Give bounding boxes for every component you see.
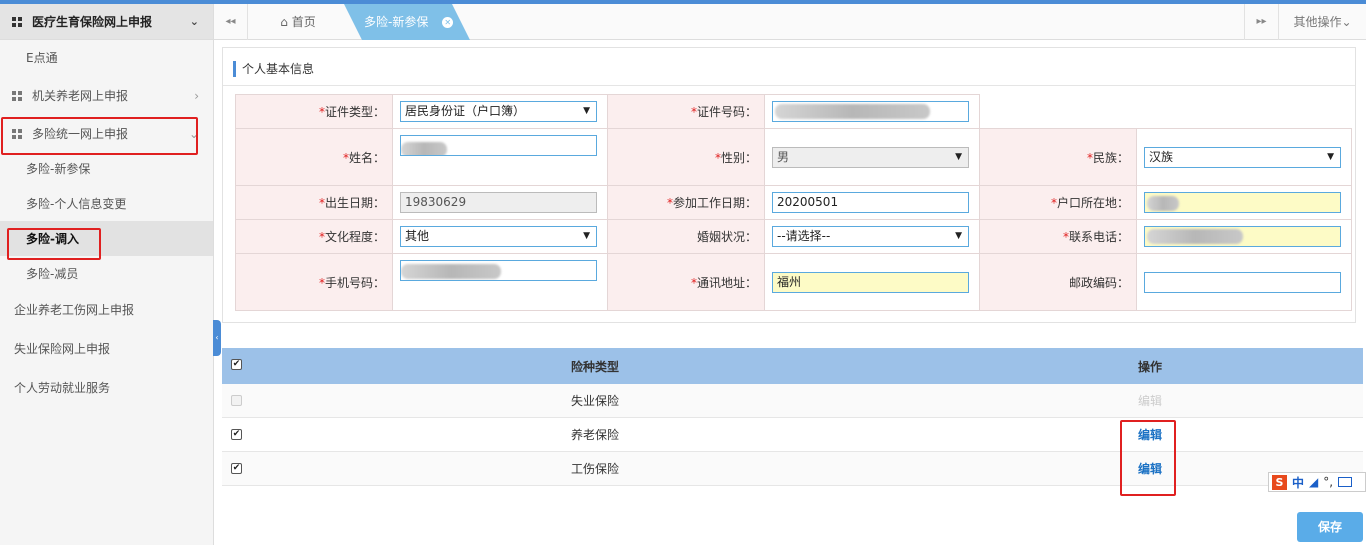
sidebar-item-label: 失业保险网上申报	[14, 342, 111, 356]
sidebar-item-edt[interactable]: E点通	[0, 40, 213, 75]
sidebar: 医疗生育保险网上申报 ⌄ E点通 机关养老网上申报 › 多险统一网上申报 ⌄ 多…	[0, 4, 214, 545]
sidebar-item-enterprise[interactable]: 企业养老工伤网上申报	[0, 292, 213, 327]
postcode-field[interactable]	[1144, 271, 1341, 293]
sidebar-item-unemployment[interactable]: 失业保险网上申报	[0, 331, 213, 366]
tab-active-label: 多险-新参保	[364, 15, 429, 29]
sidebar-header[interactable]: 医疗生育保险网上申报 ⌄	[0, 4, 213, 40]
personal-info-panel: 个人基本信息 *证件类型： 居民身份证（户口簿） *证件号码： *姓名： *性别…	[222, 47, 1356, 323]
mobile-field[interactable]	[400, 260, 597, 281]
panel-title: 个人基本信息	[233, 61, 314, 77]
sidebar-item-reduce[interactable]: 多险-减员	[0, 256, 213, 291]
work-date-field[interactable]: 20200501	[772, 192, 969, 213]
highlight-box	[7, 228, 101, 260]
sidebar-item-labor[interactable]: 个人劳动就业服务	[0, 370, 213, 405]
ime-toolbar[interactable]: S 中 ◢ °,	[1268, 472, 1366, 492]
table-row: 失业保险 编辑	[222, 384, 1363, 418]
home-icon: ⌂	[280, 15, 288, 29]
phone-field[interactable]	[1144, 226, 1341, 247]
insurance-table: ✔ 险种类型 操作 失业保险 编辑 ✔ 养老保险 编辑 ✔ 工伤保险 编辑	[222, 348, 1363, 486]
address-label: *通讯地址：	[607, 253, 765, 311]
sogou-icon: S	[1272, 474, 1287, 490]
work-date-label: *参加工作日期：	[607, 185, 765, 220]
sidebar-item-info-change[interactable]: 多险-个人信息变更	[0, 186, 213, 221]
sidebar-header-label: 医疗生育保险网上申报	[32, 15, 153, 29]
id-no-field[interactable]	[772, 101, 969, 122]
edit-link: 编辑	[1137, 394, 1162, 408]
row-checkbox[interactable]: ✔	[231, 463, 242, 474]
birth-label: *出生日期：	[235, 185, 393, 220]
ime-lang: 中	[1292, 475, 1305, 490]
postcode-label: 邮政编码：	[979, 253, 1137, 311]
tab-home[interactable]: ⌂ 首页	[250, 4, 346, 40]
table-header: ✔ 险种类型 操作	[222, 348, 1363, 384]
chevron-right-icon: ›	[194, 88, 199, 103]
id-type-label: *证件类型：	[235, 94, 393, 129]
hukou-field[interactable]	[1144, 192, 1341, 213]
hukou-label: *户口所在地：	[979, 185, 1137, 220]
row-checkbox[interactable]: ✔	[231, 429, 242, 440]
keyboard-icon	[1338, 477, 1353, 487]
ethnicity-select[interactable]: 汉族	[1144, 146, 1341, 168]
personal-info-form: *证件类型： 居民身份证（户口簿） *证件号码： *姓名： *性别： 男 *民族…	[235, 94, 1352, 311]
sidebar-item-label: 多险-新参保	[26, 162, 91, 176]
highlight-box	[1120, 420, 1176, 496]
save-button[interactable]: 保存	[1297, 512, 1363, 542]
gender-select[interactable]: 男	[772, 146, 969, 168]
chevron-down-icon: ⌄	[1341, 15, 1352, 29]
sidebar-item-label: 多险-减员	[26, 267, 79, 281]
gender-label: *性别：	[607, 128, 765, 186]
sidebar-item-label: E点通	[26, 51, 58, 65]
col-op-header: 操作	[1137, 359, 1162, 374]
ethnicity-label: *民族：	[979, 128, 1137, 186]
name-field[interactable]	[400, 135, 597, 156]
phone-label: *联系电话：	[979, 219, 1137, 254]
name-label: *姓名：	[235, 128, 393, 186]
scroll-left-icon[interactable]: ◂◂	[214, 4, 248, 40]
sidebar-item-jiguan[interactable]: 机关养老网上申报 ›	[0, 78, 213, 113]
table-row: ✔ 工伤保险 编辑	[222, 452, 1363, 486]
other-ops-label: 其他操作	[1293, 15, 1342, 29]
education-label: *文化程度：	[235, 219, 393, 254]
scroll-right-icon[interactable]: ▸▸	[1244, 4, 1278, 40]
address-field[interactable]: 福州	[772, 271, 969, 293]
row-checkbox[interactable]	[231, 395, 242, 406]
marital-label: 婚姻状况：	[607, 219, 765, 254]
sidebar-item-label: 企业养老工伤网上申报	[14, 303, 135, 317]
divider	[223, 85, 1355, 86]
moon-icon: ◢	[1309, 475, 1319, 489]
insurance-type: 工伤保险	[570, 462, 619, 476]
highlight-box	[1, 117, 198, 155]
grid-icon	[12, 90, 22, 101]
tab-home-label: 首页	[291, 15, 316, 29]
ime-punct: °,	[1323, 475, 1334, 489]
id-no-label: *证件号码：	[607, 94, 765, 129]
birth-date-field[interactable]: 19830629	[400, 192, 597, 213]
select-all-checkbox[interactable]: ✔	[231, 359, 242, 370]
education-select[interactable]: 其他	[400, 226, 597, 247]
chevron-down-icon: ⌄	[189, 15, 199, 28]
grid-icon	[12, 16, 22, 27]
table-row: ✔ 养老保险 编辑	[222, 418, 1363, 452]
sidebar-item-new-enroll[interactable]: 多险-新参保	[0, 151, 213, 186]
marital-select[interactable]: --请选择--	[772, 226, 969, 247]
tab-bar: ◂◂ ⌂ 首页 多险-新参保 ✕ ▸▸ 其他操作⌄	[214, 4, 1366, 40]
mobile-label: *手机号码：	[235, 253, 393, 311]
id-type-select[interactable]: 居民身份证（户口簿）	[400, 101, 597, 122]
other-ops-menu[interactable]: 其他操作⌄	[1278, 4, 1366, 40]
sidebar-item-label: 个人劳动就业服务	[14, 381, 111, 395]
col-type-header: 险种类型	[570, 359, 619, 374]
tab-active[interactable]: 多险-新参保 ✕	[344, 4, 470, 40]
sidebar-collapse-handle[interactable]: ‹	[213, 320, 221, 356]
insurance-type: 养老保险	[570, 428, 619, 442]
sidebar-item-label: 多险-个人信息变更	[26, 197, 127, 211]
close-icon[interactable]: ✕	[442, 17, 454, 28]
sidebar-item-label: 机关养老网上申报	[32, 89, 129, 103]
insurance-type: 失业保险	[570, 394, 619, 408]
